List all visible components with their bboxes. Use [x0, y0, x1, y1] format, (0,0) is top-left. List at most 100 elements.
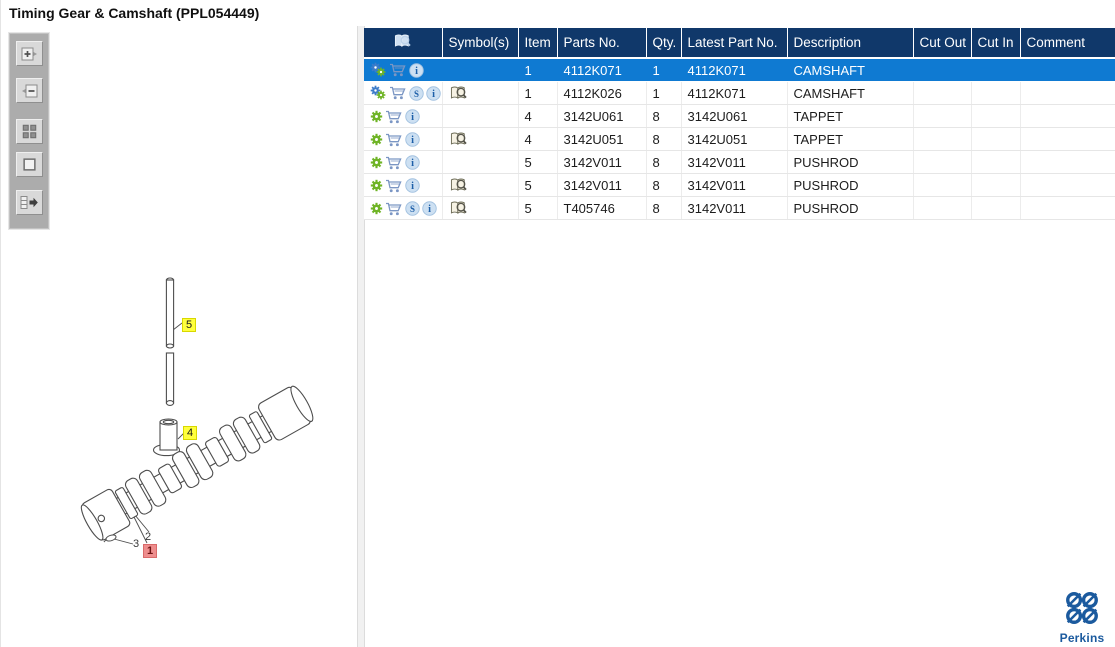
column-header-item[interactable]: Item: [518, 28, 558, 59]
cell-description: TAPPET: [787, 127, 914, 151]
fit-all-button[interactable]: [15, 119, 43, 144]
info-icon[interactable]: i: [426, 86, 441, 101]
cart-icon[interactable]: [385, 156, 403, 170]
column-header-actions[interactable]: [364, 28, 443, 59]
cell-cut_in: [971, 104, 1021, 128]
info-icon[interactable]: i: [405, 155, 420, 170]
cell-item: 4: [518, 104, 558, 128]
cell-qty: 8: [646, 127, 682, 151]
gear-icon[interactable]: [370, 156, 383, 169]
info-icon[interactable]: i: [405, 109, 420, 124]
book-search-icon: [393, 34, 412, 52]
row-action-icons: i: [364, 150, 443, 174]
panel-arrow-icon: [20, 195, 39, 210]
cell-comment: [1020, 81, 1115, 105]
cell-item: 1: [518, 58, 558, 82]
s-badge-icon[interactable]: S: [405, 201, 420, 216]
pushrod-part[interactable]: [165, 277, 175, 406]
callout-5[interactable]: 5: [182, 318, 197, 332]
info-icon[interactable]: i: [405, 132, 420, 147]
tappet-part[interactable]: [152, 418, 181, 457]
svg-text:S: S: [414, 89, 419, 99]
cell-cut_out: [913, 196, 972, 220]
svg-text:i: i: [411, 135, 414, 146]
symbol-cell: [442, 81, 519, 105]
book-magnifier-icon[interactable]: [449, 200, 468, 216]
column-header-cut_in[interactable]: Cut In: [971, 28, 1021, 59]
row-action-icons: i: [364, 127, 443, 151]
cell-qty: 8: [646, 150, 682, 174]
symbol-cell: [442, 104, 519, 128]
cell-description: PUSHROD: [787, 196, 914, 220]
info-icon[interactable]: i: [405, 178, 420, 193]
column-header-qty[interactable]: Qty.: [646, 28, 682, 59]
title-bar: Timing Gear & Camshaft (PPL054449): [1, 0, 1115, 26]
double-gear-icon[interactable]: [370, 85, 387, 101]
zoom-in-button[interactable]: [15, 41, 43, 66]
zoom-out-button[interactable]: [15, 78, 43, 103]
cell-item: 1: [518, 81, 558, 105]
table-row[interactable]: i 1 4112K071 1 4112K071 CAMSHAFT: [364, 58, 1115, 82]
cart-icon[interactable]: [389, 63, 407, 77]
cell-comment: [1020, 127, 1115, 151]
book-magnifier-icon[interactable]: [449, 177, 468, 193]
cart-icon[interactable]: [389, 86, 407, 100]
table-row[interactable]: i 5 3142V011 8 3142V011 PUSHROD: [364, 173, 1115, 197]
column-header-cut_out[interactable]: Cut Out: [913, 28, 972, 59]
toggle-panel-button[interactable]: [15, 190, 43, 215]
parts-table: Symbol(s) Item Parts No. Qty. Latest Part No…: [364, 28, 1115, 220]
column-header-description[interactable]: Description: [787, 28, 914, 59]
callout-3[interactable]: 3: [133, 538, 139, 550]
cell-comment: [1020, 150, 1115, 174]
book-magnifier-icon[interactable]: [449, 85, 468, 101]
row-action-icons: Si: [364, 81, 443, 105]
cart-icon[interactable]: [385, 133, 403, 147]
info-icon[interactable]: i: [409, 63, 424, 78]
row-action-icons: i: [364, 58, 443, 82]
perkins-logo-text: Perkins: [1059, 631, 1105, 645]
column-header-parts_no[interactable]: Parts No.: [557, 28, 647, 59]
column-header-comment[interactable]: Comment: [1020, 28, 1115, 59]
info-icon[interactable]: i: [422, 201, 437, 216]
double-gear-icon[interactable]: [370, 62, 387, 78]
cell-cut_in: [971, 196, 1021, 220]
cell-parts_no: 4112K071: [557, 58, 647, 82]
cell-parts_no: 3142V011: [557, 150, 647, 174]
square-icon: [22, 157, 37, 172]
s-badge-icon[interactable]: S: [409, 86, 424, 101]
gear-icon[interactable]: [370, 110, 383, 123]
cart-icon[interactable]: [385, 110, 403, 124]
gear-icon[interactable]: [370, 179, 383, 192]
callout-1[interactable]: 1: [143, 544, 158, 558]
table-row[interactable]: i 5 3142V011 8 3142V011 PUSHROD: [364, 150, 1115, 174]
cell-parts_no: 3142V011: [557, 173, 647, 197]
table-row[interactable]: i 4 3142U051 8 3142U051 TAPPET: [364, 127, 1115, 151]
camshaft-part[interactable]: [77, 383, 317, 543]
cell-cut_out: [913, 58, 972, 82]
cell-item: 5: [518, 150, 558, 174]
cell-comment: [1020, 58, 1115, 82]
cell-item: 5: [518, 196, 558, 220]
column-header-latest_part_no[interactable]: Latest Part No.: [681, 28, 788, 59]
cell-parts_no: 3142U051: [557, 127, 647, 151]
gear-icon[interactable]: [370, 133, 383, 146]
row-action-icons: i: [364, 173, 443, 197]
cart-icon[interactable]: [385, 179, 403, 193]
table-row[interactable]: Si 1 4112K026 1 4112K071 CAMSHAFT: [364, 81, 1115, 105]
table-row[interactable]: Si 5 T405746 8 3142V011 PUSHROD: [364, 196, 1115, 220]
table-row[interactable]: i 4 3142U061 8 3142U061 TAPPET: [364, 104, 1115, 128]
fit-page-button[interactable]: [15, 152, 43, 177]
callout-2[interactable]: 2: [145, 531, 151, 543]
column-header-symbols[interactable]: Symbol(s): [442, 28, 519, 59]
cell-cut_out: [913, 127, 972, 151]
cell-qty: 8: [646, 173, 682, 197]
book-magnifier-icon[interactable]: [449, 131, 468, 147]
cart-icon[interactable]: [385, 202, 403, 216]
cell-qty: 8: [646, 104, 682, 128]
cell-comment: [1020, 173, 1115, 197]
callout-4[interactable]: 4: [183, 426, 198, 440]
gear-icon[interactable]: [370, 202, 383, 215]
cell-description: CAMSHAFT: [787, 81, 914, 105]
cell-parts_no: 4112K026: [557, 81, 647, 105]
cell-description: PUSHROD: [787, 173, 914, 197]
